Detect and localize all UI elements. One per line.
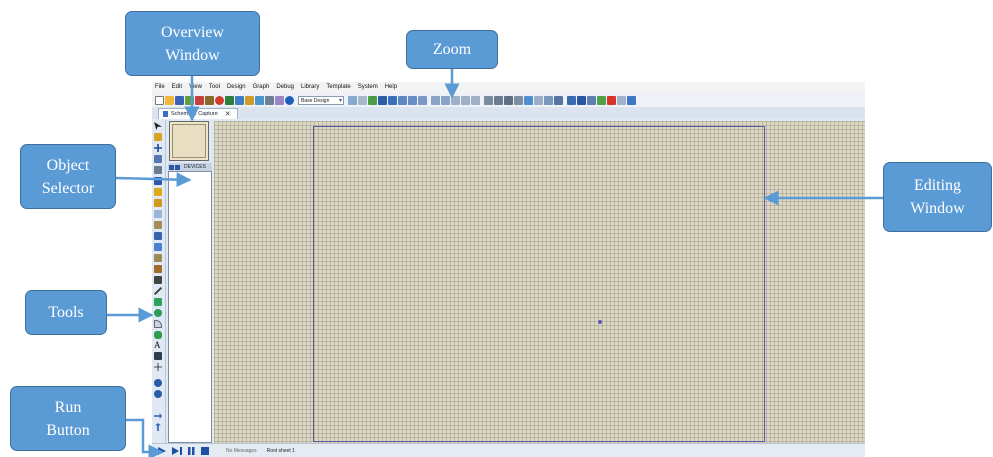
run-button-arrow	[126, 418, 164, 457]
callout-arrows	[107, 69, 883, 457]
object-selector-arrow	[115, 172, 192, 188]
